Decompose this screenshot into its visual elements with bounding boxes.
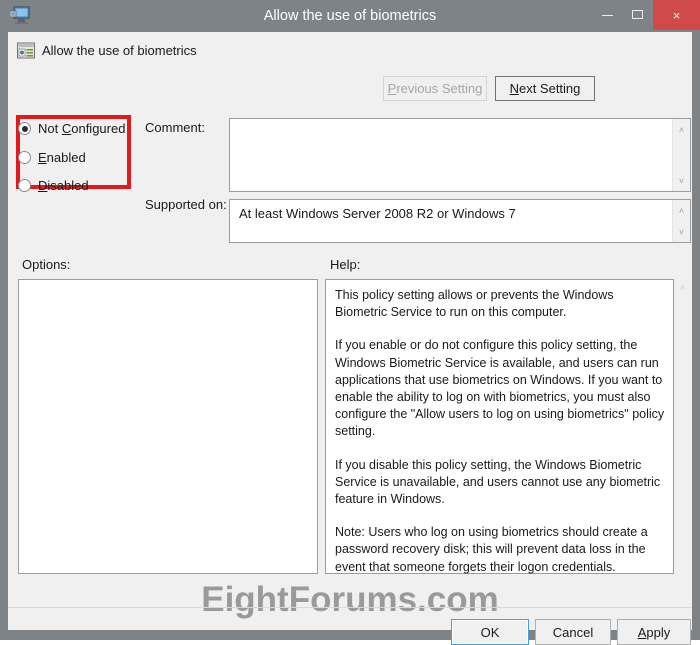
title-bar[interactable]: Allow the use of biometrics × — [0, 0, 700, 32]
radio-enabled[interactable]: Enabled — [18, 150, 86, 165]
next-setting-label: Next Setting — [509, 81, 581, 96]
maximize-button[interactable] — [622, 0, 653, 30]
help-paragraph: This policy setting allows or prevents t… — [335, 288, 614, 320]
policy-name-heading: Allow the use of biometrics — [42, 43, 197, 58]
radio-not-configured[interactable]: Not Configured — [18, 121, 125, 136]
help-panel: This policy setting allows or prevents t… — [325, 279, 674, 574]
ok-button[interactable]: OK — [451, 619, 529, 645]
apply-button[interactable]: Apply — [617, 619, 691, 645]
cancel-button-label: Cancel — [552, 624, 594, 640]
radio-not-configured-label: Not Configured — [38, 121, 126, 136]
scroll-up-icon[interactable]: ˄ — [673, 202, 690, 219]
maximize-icon — [631, 10, 643, 19]
scroll-down-icon[interactable]: ˅ — [673, 172, 690, 189]
close-icon: × — [672, 7, 681, 23]
supported-on-value: At least Windows Server 2008 R2 or Windo… — [239, 206, 516, 221]
comment-textbox[interactable]: ˄ ˅ — [229, 118, 691, 192]
minimize-button[interactable] — [591, 0, 622, 30]
next-setting-button[interactable]: Next Setting — [495, 76, 595, 101]
comment-label: Comment: — [145, 120, 205, 135]
supported-on-label: Supported on: — [145, 197, 227, 212]
radio-button-icon-selected — [18, 122, 31, 135]
previous-setting-label: Previous Setting — [387, 81, 483, 96]
apply-button-label: Apply — [637, 624, 671, 640]
radio-enabled-label: Enabled — [38, 150, 86, 165]
radio-button-icon — [18, 151, 31, 164]
ok-button-label: OK — [480, 624, 500, 640]
radio-disabled-label: Disabled — [38, 178, 89, 193]
radio-button-icon — [18, 179, 31, 192]
help-paragraph: If you disable this policy setting, the … — [335, 457, 661, 507]
policy-setting-icon — [17, 42, 35, 59]
supported-on-scrollbar[interactable]: ˄ ˅ — [672, 200, 690, 242]
dialog-client-area: Allow the use of biometrics Previous Set… — [8, 32, 692, 645]
supported-on-textbox[interactable]: At least Windows Server 2008 R2 or Windo… — [229, 199, 691, 243]
radio-disabled[interactable]: Disabled — [18, 178, 89, 193]
scroll-up-icon[interactable]: ˄ — [673, 121, 690, 138]
footer-divider — [8, 607, 692, 608]
minimize-icon — [601, 15, 613, 16]
options-label: Options: — [22, 257, 71, 272]
help-scrollbar[interactable]: ˄ — [674, 279, 691, 574]
group-policy-dialog-window: Allow the use of biometrics × Allow the … — [0, 0, 700, 645]
scroll-up-icon[interactable]: ˄ — [674, 280, 691, 296]
comment-scrollbar[interactable]: ˄ ˅ — [672, 119, 690, 191]
window-controls: × — [591, 0, 700, 30]
options-panel[interactable] — [18, 279, 318, 574]
help-text-content: This policy setting allows or prevents t… — [335, 287, 665, 576]
help-paragraph: If you enable or do not configure this p… — [335, 338, 665, 439]
close-button[interactable]: × — [653, 0, 700, 30]
previous-setting-button[interactable]: Previous Setting — [383, 76, 487, 101]
scroll-down-icon[interactable]: ˅ — [673, 223, 690, 240]
watermark: EightForums.com — [201, 580, 499, 619]
help-paragraph: Note: Users who log on using biometrics … — [335, 525, 648, 574]
help-label: Help: — [330, 257, 361, 272]
cancel-button[interactable]: Cancel — [535, 619, 611, 645]
